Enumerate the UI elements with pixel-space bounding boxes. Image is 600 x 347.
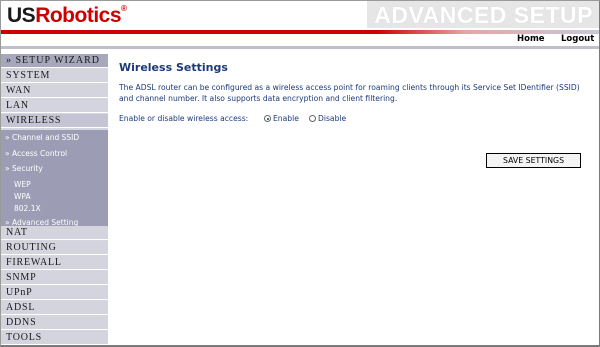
submenu-access-control[interactable]: » Access Control: [5, 149, 67, 158]
submenu-wep[interactable]: WEP: [14, 180, 31, 189]
sidebar-item-adsl[interactable]: ADSL: [1, 301, 108, 315]
page-title: Wireless Settings: [119, 61, 228, 74]
sidebar-item-ddns[interactable]: DDNS: [1, 316, 108, 330]
logo-us: US: [7, 4, 36, 27]
enable-radio[interactable]: Enable: [264, 114, 299, 123]
home-link[interactable]: Home: [517, 34, 545, 44]
submenu-channel-ssid[interactable]: » Channel and SSID: [5, 133, 79, 142]
page-description: The ADSL router can be configured as a w…: [119, 83, 580, 103]
header: USRobotics® ADVANCED SETUP: [1, 1, 599, 31]
sidebar: » SETUP WIZARD SYSTEM WAN LAN WIRELESS »…: [1, 54, 108, 345]
top-links: Home Logout: [1, 34, 599, 46]
banner-title: ADVANCED SETUP: [374, 2, 593, 28]
submenu-wpa[interactable]: WPA: [14, 192, 31, 201]
sidebar-item-upnp[interactable]: UPnP: [1, 286, 108, 300]
sidebar-item-firewall[interactable]: FIREWALL: [1, 256, 108, 270]
save-settings-button[interactable]: SAVE SETTINGS: [486, 153, 581, 168]
sidebar-item-routing[interactable]: ROUTING: [1, 241, 108, 255]
wireless-submenu: » Channel and SSID » Access Control » Se…: [1, 130, 108, 227]
sidebar-item-snmp[interactable]: SNMP: [1, 271, 108, 285]
sidebar-item-lan[interactable]: LAN: [1, 99, 108, 113]
logo-registered-mark: ®: [121, 4, 127, 13]
sidebar-item-setup-wizard[interactable]: » SETUP WIZARD: [1, 54, 108, 68]
banner: ADVANCED SETUP: [367, 1, 599, 28]
wireless-access-label: Enable or disable wireless access:: [119, 114, 249, 123]
sidebar-item-wan[interactable]: WAN: [1, 84, 108, 98]
disable-radio-label: Disable: [318, 114, 347, 123]
usrobotics-logo: USRobotics®: [7, 4, 127, 28]
router-admin-window: USRobotics® ADVANCED SETUP Home Logout »…: [0, 0, 600, 347]
enable-radio-label: Enable: [273, 114, 299, 123]
sidebar-item-nat[interactable]: NAT: [1, 226, 108, 240]
disable-radio[interactable]: Disable: [309, 114, 346, 123]
header-gray-divider: [1, 46, 599, 49]
sidebar-item-wireless[interactable]: WIRELESS: [1, 114, 108, 128]
logout-link[interactable]: Logout: [561, 34, 594, 44]
submenu-security[interactable]: » Security: [5, 164, 43, 173]
logo-robotics: Robotics: [35, 4, 122, 27]
submenu-8021x[interactable]: 802.1X: [14, 204, 41, 213]
disable-radio-button[interactable]: [309, 115, 316, 122]
sidebar-item-tools[interactable]: TOOLS: [1, 331, 108, 345]
sidebar-item-system[interactable]: SYSTEM: [1, 69, 108, 83]
enable-radio-button[interactable]: [264, 115, 271, 122]
